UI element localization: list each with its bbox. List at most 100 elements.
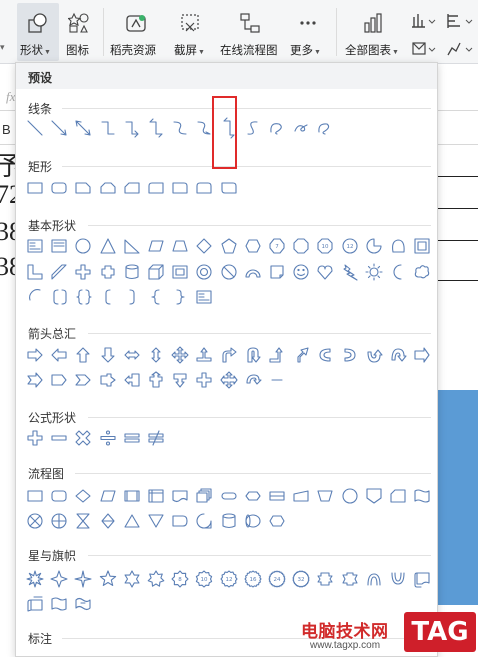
shape-option-icon[interactable] — [169, 485, 191, 507]
shape-option-icon[interactable] — [290, 344, 312, 366]
shape-option-icon[interactable] — [266, 485, 288, 507]
shape-option-icon[interactable] — [121, 369, 143, 391]
shape-option-icon[interactable] — [314, 344, 336, 366]
shape-option-icon[interactable] — [169, 177, 191, 199]
shape-option-icon[interactable] — [169, 235, 191, 257]
shape-option-icon[interactable] — [24, 510, 46, 532]
shape-option-icon[interactable] — [121, 286, 143, 308]
shape-option-icon[interactable] — [242, 369, 264, 391]
column-chart-small-button[interactable] — [446, 12, 476, 30]
shape-option-icon[interactable] — [218, 344, 240, 366]
shape-option-icon[interactable] — [72, 568, 94, 590]
shape-option-icon[interactable] — [290, 235, 312, 257]
shape-option-icon[interactable] — [48, 235, 70, 257]
shape-option-icon[interactable] — [145, 286, 167, 308]
shape-option-icon[interactable] — [145, 568, 167, 590]
online-flowchart-button[interactable]: 在线流程图 — [218, 0, 282, 62]
shape-option-icon[interactable] — [218, 485, 240, 507]
shape-option-icon[interactable] — [121, 235, 143, 257]
shape-option-icon[interactable] — [121, 261, 143, 283]
shape-option-icon[interactable] — [97, 177, 119, 199]
all-charts-button[interactable]: 全部图表▼ — [343, 0, 403, 62]
shape-option-icon[interactable] — [145, 261, 167, 283]
shape-option-icon[interactable] — [97, 510, 119, 532]
shape-option-icon[interactable] — [314, 485, 336, 507]
shape-option-icon[interactable] — [48, 485, 70, 507]
shape-option-icon[interactable] — [169, 510, 191, 532]
shape-option-icon[interactable] — [48, 344, 70, 366]
shape-option-icon[interactable] — [48, 117, 70, 139]
shape-option-icon[interactable] — [387, 485, 409, 507]
shape-option-icon[interactable] — [24, 568, 46, 590]
shape-option-icon[interactable] — [266, 344, 288, 366]
shape-option-icon[interactable] — [24, 369, 46, 391]
shape-option-icon[interactable]: 12 — [339, 235, 361, 257]
shape-option-icon[interactable] — [411, 344, 433, 366]
shape-option-icon[interactable] — [48, 568, 70, 590]
shape-option-icon[interactable] — [24, 117, 46, 139]
shape-option-icon[interactable] — [97, 117, 119, 139]
shape-option-icon[interactable] — [290, 117, 312, 139]
shape-option-icon[interactable] — [314, 568, 336, 590]
shape-option-icon[interactable] — [193, 485, 215, 507]
shape-option-icon[interactable] — [411, 261, 433, 283]
shape-option-icon[interactable] — [290, 261, 312, 283]
shape-option-icon[interactable] — [387, 344, 409, 366]
more-button[interactable]: 更多▼ — [288, 0, 328, 62]
shape-option-icon[interactable] — [314, 261, 336, 283]
shape-option-icon[interactable] — [24, 485, 46, 507]
shape-option-icon[interactable] — [266, 261, 288, 283]
shape-option-icon[interactable] — [387, 235, 409, 257]
shape-option-icon[interactable] — [48, 261, 70, 283]
shape-option-icon[interactable] — [169, 369, 191, 391]
shape-option-icon[interactable] — [193, 286, 215, 308]
shape-option-icon[interactable] — [387, 568, 409, 590]
shape-option-icon[interactable] — [145, 369, 167, 391]
shape-option-icon[interactable] — [24, 235, 46, 257]
shape-option-icon[interactable] — [72, 235, 94, 257]
shape-option-icon[interactable] — [121, 510, 143, 532]
shape-option-icon[interactable] — [193, 235, 215, 257]
shape-option-icon[interactable] — [266, 369, 288, 391]
shape-option-icon[interactable] — [193, 510, 215, 532]
shape-option-icon[interactable] — [97, 427, 119, 449]
shape-option-icon[interactable] — [145, 235, 167, 257]
shape-option-icon[interactable] — [24, 261, 46, 283]
shape-option-icon[interactable] — [72, 117, 94, 139]
shape-option-icon[interactable] — [97, 485, 119, 507]
shape-option-icon[interactable] — [290, 485, 312, 507]
shape-option-icon[interactable] — [48, 286, 70, 308]
shape-option-icon[interactable] — [193, 344, 215, 366]
shape-option-icon[interactable] — [363, 568, 385, 590]
shape-option-icon[interactable]: 10 — [193, 568, 215, 590]
shape-option-icon[interactable] — [169, 286, 191, 308]
shape-option-icon[interactable] — [363, 261, 385, 283]
shape-option-icon[interactable] — [363, 344, 385, 366]
shape-option-icon[interactable] — [24, 344, 46, 366]
shape-option-icon[interactable] — [97, 286, 119, 308]
shape-option-icon[interactable] — [242, 485, 264, 507]
shape-option-icon[interactable] — [339, 485, 361, 507]
shape-option-icon[interactable] — [169, 261, 191, 283]
shape-option-icon[interactable] — [24, 177, 46, 199]
shape-option-icon[interactable] — [363, 235, 385, 257]
shape-option-icon[interactable] — [242, 261, 264, 283]
column-header-b[interactable]: B — [2, 122, 11, 137]
shape-option-icon[interactable] — [24, 427, 46, 449]
shape-option-icon[interactable] — [169, 344, 191, 366]
shape-option-icon[interactable]: 32 — [290, 568, 312, 590]
shape-option-icon[interactable]: 12 — [218, 568, 240, 590]
shape-option-icon[interactable] — [145, 510, 167, 532]
shape-option-icon[interactable] — [48, 427, 70, 449]
shape-option-icon[interactable] — [72, 510, 94, 532]
shape-option-icon[interactable] — [72, 177, 94, 199]
shape-option-icon[interactable] — [48, 369, 70, 391]
shape-option-icon[interactable] — [121, 177, 143, 199]
shape-option-icon[interactable] — [339, 344, 361, 366]
shape-option-icon[interactable] — [48, 177, 70, 199]
shape-option-icon[interactable] — [24, 593, 46, 615]
shape-option-icon[interactable] — [242, 510, 264, 532]
shape-option-icon[interactable] — [121, 344, 143, 366]
shape-option-icon[interactable] — [266, 117, 288, 139]
shape-option-icon[interactable] — [72, 369, 94, 391]
